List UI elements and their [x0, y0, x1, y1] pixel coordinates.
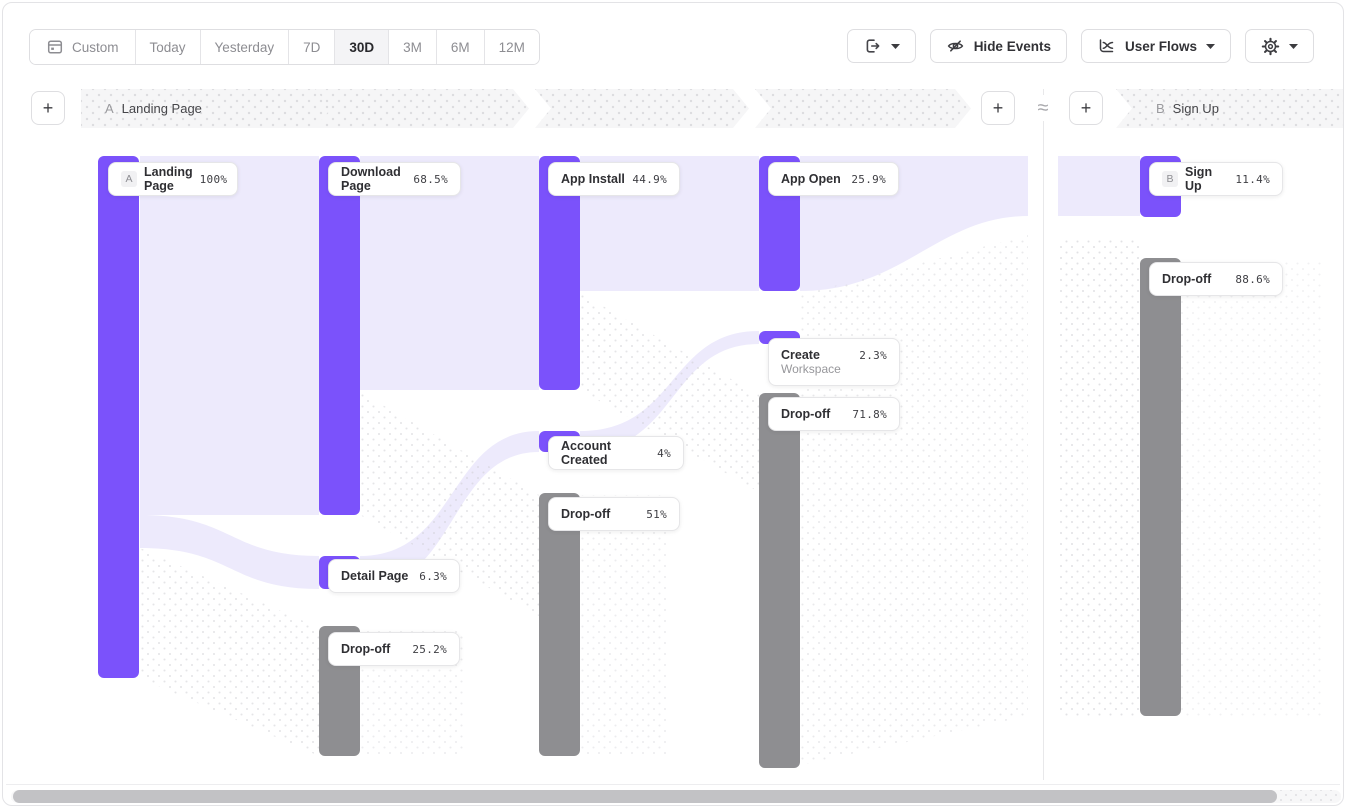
- node-name: Create: [781, 348, 820, 362]
- user-flows-icon: [1097, 37, 1116, 55]
- date-range-group: Custom Today Yesterday 7D 30D 3M 6M 12M: [29, 29, 540, 65]
- node-label-sign-up[interactable]: B Sign Up 11.4%: [1149, 162, 1283, 196]
- node-percent: 25.9%: [851, 173, 886, 186]
- flow-node-bar-dropoff-step3[interactable]: [539, 493, 580, 756]
- node-label-download-page[interactable]: Download Page 68.5%: [328, 162, 461, 196]
- node-label-dropoff-step4[interactable]: Drop-off 71.8%: [768, 397, 900, 431]
- user-flows-label: User Flows: [1125, 39, 1197, 54]
- date-range-label: 12M: [499, 40, 525, 55]
- node-name: Landing Page: [144, 165, 193, 193]
- user-flows-panel: + A Landing Page + ≈ + B Sign Up A Landin…: [2, 2, 1344, 806]
- step-b-text: Sign Up: [1173, 101, 1219, 116]
- flow-node-bar-landing-page[interactable]: [98, 156, 139, 678]
- node-label-dropoff-b[interactable]: Drop-off 88.6%: [1149, 262, 1283, 296]
- date-range-custom[interactable]: Custom: [30, 30, 135, 64]
- node-percent: 68.5%: [413, 173, 448, 186]
- export-icon: [863, 37, 882, 55]
- date-range-label: 3M: [403, 40, 422, 55]
- node-percent: 44.9%: [632, 173, 667, 186]
- node-percent: 25.2%: [412, 643, 447, 656]
- step-b-label: B Sign Up: [1156, 101, 1219, 116]
- flow-link-dropoff-b-to-hidden: [1180, 260, 1323, 716]
- node-label-app-open[interactable]: App Open 25.9%: [768, 162, 899, 196]
- hide-events-label: Hide Events: [974, 39, 1051, 54]
- date-range-label: 30D: [349, 40, 374, 55]
- node-percent: 4%: [657, 447, 671, 460]
- node-percent: 11.4%: [1235, 173, 1270, 186]
- date-range-label: 7D: [303, 40, 320, 55]
- node-name: Detail Page: [341, 569, 408, 583]
- flow-link-app-open-to-dropoff-b: [800, 235, 1028, 765]
- flow-node-bar-dropoff-b[interactable]: [1140, 258, 1181, 716]
- date-range-12m[interactable]: 12M: [484, 30, 539, 64]
- calendar-icon: [46, 38, 64, 56]
- toolbar-right: Hide Events User Flows: [847, 29, 1314, 63]
- section-divider: [1043, 89, 1044, 780]
- flow-link-section-b-to-sign-up: [1058, 156, 1140, 216]
- node-percent: 51%: [646, 508, 667, 521]
- node-name: Drop-off: [341, 642, 390, 656]
- add-step-button-left[interactable]: +: [31, 91, 65, 125]
- node-label-landing-page[interactable]: A Landing Page 100%: [108, 162, 238, 196]
- step-a-badge: A: [105, 101, 114, 116]
- node-name: Drop-off: [781, 407, 830, 421]
- export-button[interactable]: [847, 29, 916, 63]
- step-a-label: A Landing Page: [105, 101, 202, 116]
- node-percent: 100%: [200, 173, 228, 186]
- add-step-button-a[interactable]: +: [981, 91, 1015, 125]
- flow-node-bar-dropoff-step4[interactable]: [759, 393, 800, 768]
- settings-button[interactable]: [1245, 29, 1314, 63]
- approx-break-symbol: ≈: [1030, 95, 1056, 121]
- step-badge: B: [1162, 171, 1178, 187]
- funnel-step-segment-4[interactable]: [755, 89, 971, 128]
- add-step-button-b[interactable]: +: [1069, 91, 1103, 125]
- date-range-label: Today: [150, 40, 186, 55]
- node-name: Drop-off: [561, 507, 610, 521]
- flow-node-bar-download-page[interactable]: [319, 156, 360, 515]
- chevron-down-icon: [1289, 44, 1298, 49]
- node-label-account-created[interactable]: Account Created 4%: [548, 436, 684, 470]
- node-name: Download Page: [341, 165, 406, 193]
- date-range-7d[interactable]: 7D: [288, 30, 334, 64]
- node-percent: 2.3%: [859, 349, 887, 362]
- user-flows-button[interactable]: User Flows: [1081, 29, 1231, 63]
- step-a-text: Landing Page: [122, 101, 202, 116]
- node-name: Account Created: [561, 439, 650, 467]
- date-range-today[interactable]: Today: [135, 30, 200, 64]
- date-range-3m[interactable]: 3M: [388, 30, 436, 64]
- step-badge: A: [121, 171, 137, 187]
- node-name: Sign Up: [1185, 165, 1228, 193]
- funnel-step-segment-3[interactable]: [535, 89, 749, 128]
- node-label-dropoff-step3[interactable]: Drop-off 51%: [548, 497, 680, 531]
- date-range-label: Yesterday: [215, 40, 275, 55]
- funnel-step-segment-a[interactable]: A Landing Page: [81, 89, 333, 128]
- date-range-30d[interactable]: 30D: [334, 30, 388, 64]
- gear-icon: [1261, 37, 1280, 56]
- date-range-yesterday[interactable]: Yesterday: [200, 30, 289, 64]
- node-name: App Open: [781, 172, 841, 186]
- chevron-down-icon: [891, 44, 900, 49]
- node-label-create-workspace[interactable]: Create 2.3%Workspace: [768, 338, 900, 386]
- date-range-label: 6M: [451, 40, 470, 55]
- node-percent: 6.3%: [419, 570, 447, 583]
- chevron-down-icon: [1206, 44, 1215, 49]
- step-b-badge: B: [1156, 101, 1165, 116]
- funnel-step-segment-b[interactable]: B Sign Up: [1116, 89, 1344, 128]
- flow-link-section-b-to-dropoff-b: [1058, 238, 1140, 716]
- date-range-6m[interactable]: 6M: [436, 30, 484, 64]
- node-label-app-install[interactable]: App Install 44.9%: [548, 162, 680, 196]
- eye-off-icon: [946, 37, 965, 55]
- node-name-line2: Workspace: [781, 363, 887, 376]
- flow-link-dropoff-step3-to-hidden: [580, 495, 668, 756]
- funnel-step-segment-2[interactable]: [315, 89, 529, 128]
- node-name: Drop-off: [1162, 272, 1211, 286]
- flow-link-landing-page-to-download-page: [140, 156, 319, 515]
- node-name: App Install: [561, 172, 625, 186]
- date-range-label: Custom: [72, 40, 119, 55]
- node-label-detail-page[interactable]: Detail Page 6.3%: [328, 559, 460, 593]
- node-percent: 71.8%: [852, 408, 887, 421]
- node-percent: 88.6%: [1235, 273, 1270, 286]
- node-label-dropoff-step2[interactable]: Drop-off 25.2%: [328, 632, 460, 666]
- hide-events-button[interactable]: Hide Events: [930, 29, 1067, 63]
